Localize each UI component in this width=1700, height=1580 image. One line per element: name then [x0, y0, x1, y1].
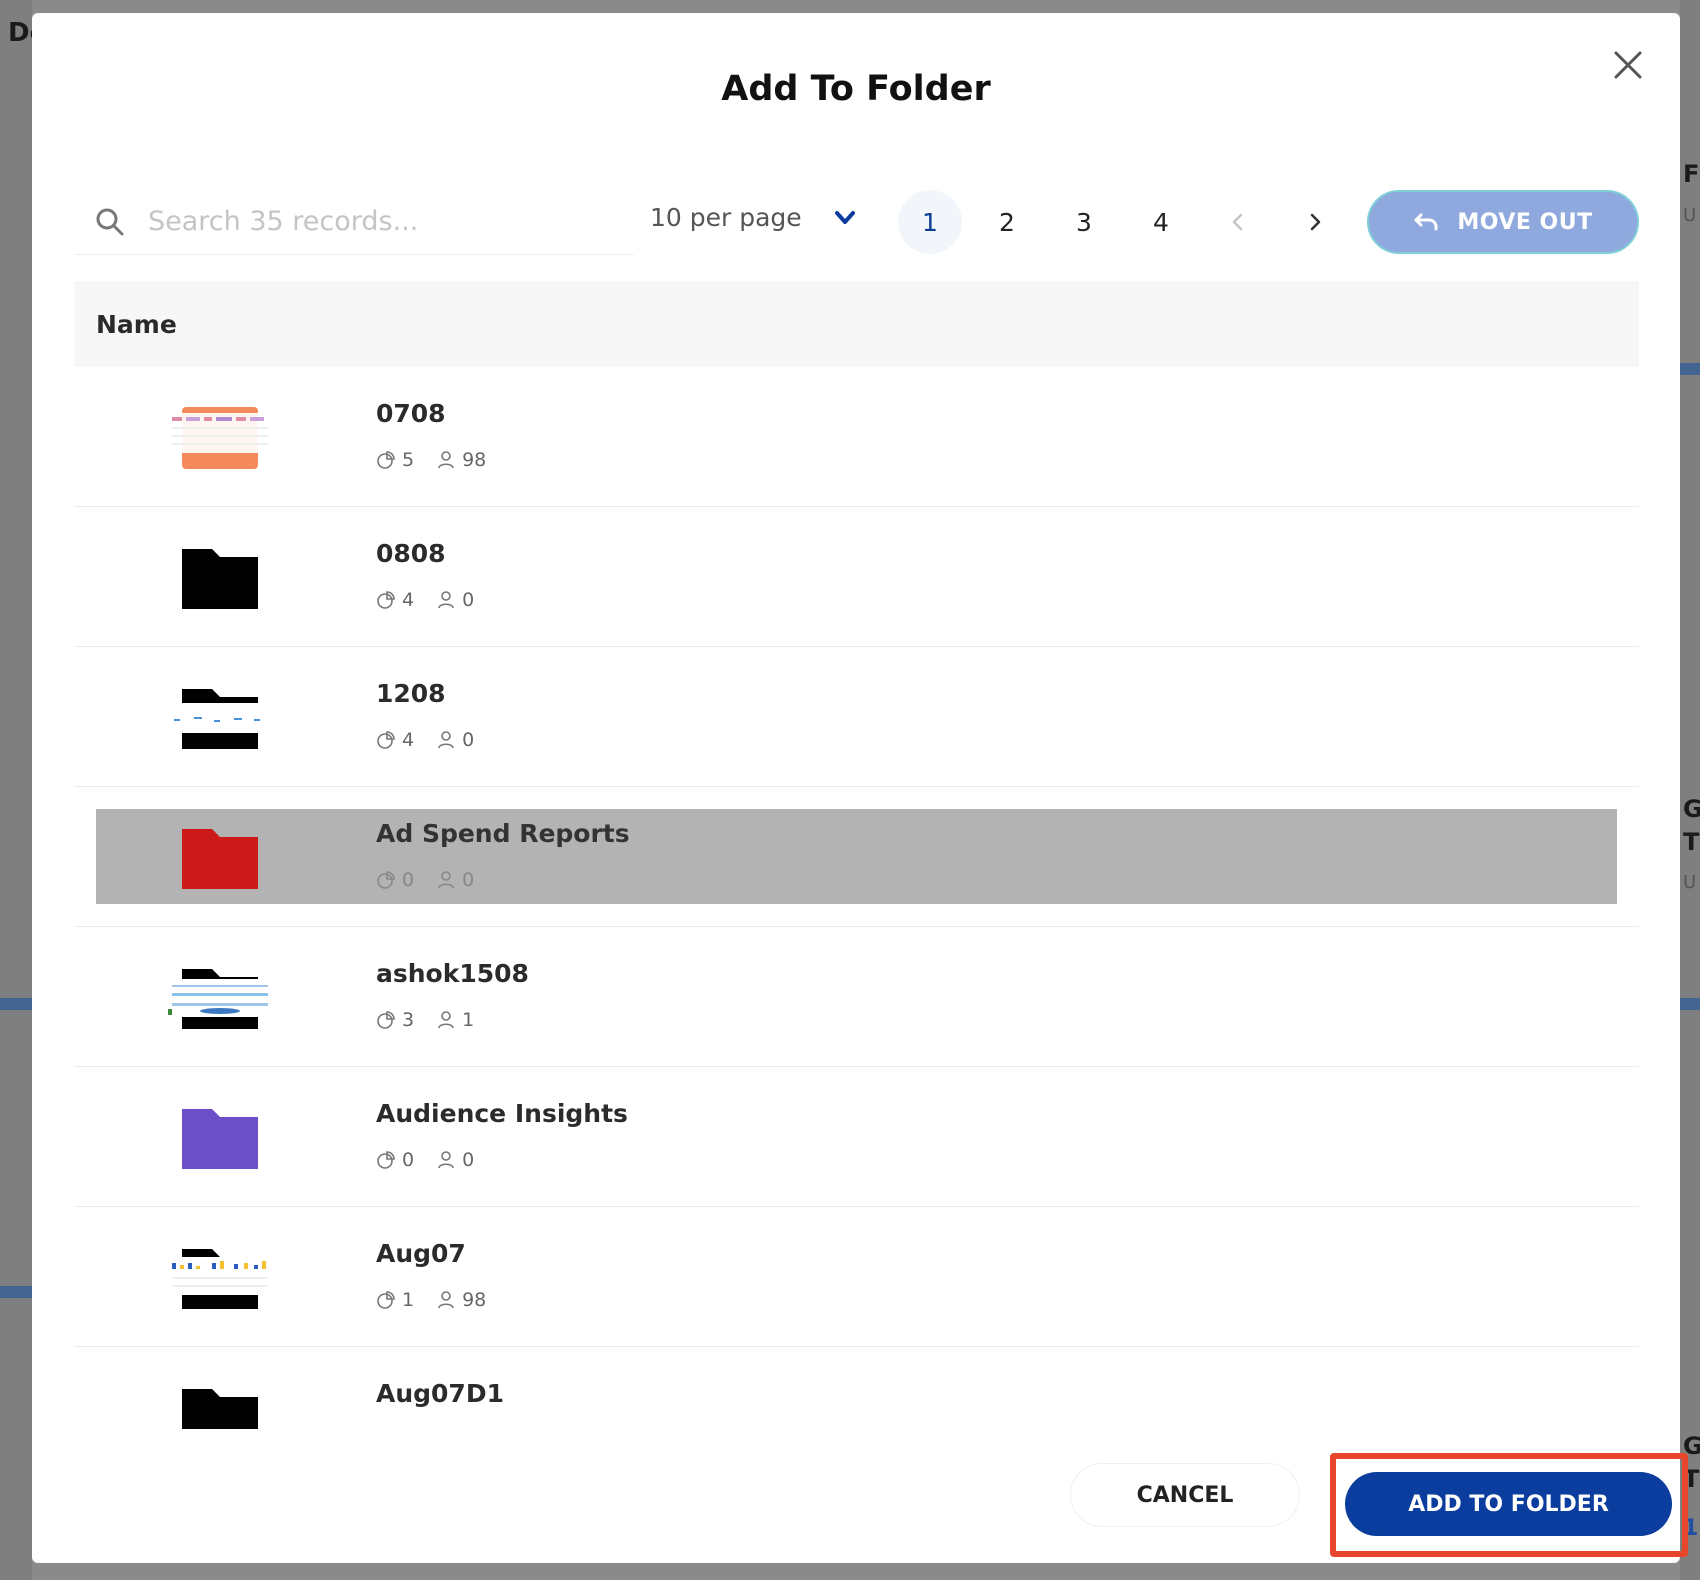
user-count: 0 [462, 1149, 475, 1171]
folder-name: 1208 [376, 679, 446, 708]
user-icon [438, 1151, 454, 1169]
background-text: U [1683, 872, 1697, 893]
background-bar [0, 1286, 32, 1298]
folder-meta: 4 0 [376, 589, 496, 611]
background-right-panel [1680, 0, 1700, 1580]
chevron-down-icon [834, 210, 855, 224]
list-item[interactable]: 1208 4 0 [74, 647, 1639, 787]
close-button[interactable] [1600, 37, 1656, 93]
close-icon [1614, 51, 1642, 79]
list-item[interactable]: Audience Insights 0 0 [74, 1067, 1639, 1207]
per-page-select[interactable]: 10 per page [650, 203, 856, 232]
pie-chart-icon [377, 1291, 395, 1309]
folder-meta: 3 1 [376, 1009, 496, 1031]
search-input[interactable] [148, 206, 618, 237]
chart-count: 4 [402, 589, 415, 611]
background-text: F [1683, 160, 1700, 188]
background-left-panel [0, 0, 32, 1580]
list-item[interactable]: 0808 4 0 [74, 507, 1639, 647]
user-icon [438, 591, 454, 609]
chart-count: 4 [402, 729, 415, 751]
user-icon [438, 871, 454, 889]
chevron-left-icon [1232, 213, 1243, 231]
previous-page-button[interactable] [1206, 190, 1270, 254]
chevron-right-icon [1310, 213, 1321, 231]
folder-meta: 5 98 [376, 449, 508, 471]
dashboard-thumbnail [168, 969, 272, 1029]
dashboard-thumbnail [168, 1249, 272, 1309]
list-item[interactable]: Aug07D1 [74, 1347, 1639, 1429]
folder-meta: 0 0 [376, 1149, 496, 1171]
search-icon [86, 207, 134, 237]
folder-name: ashok1508 [376, 959, 529, 988]
background-text: G [1683, 795, 1700, 823]
search-bar [74, 189, 634, 255]
background-bar [1680, 363, 1700, 375]
user-count: 98 [462, 449, 487, 471]
add-to-folder-button[interactable]: ADD TO FOLDER [1345, 1472, 1672, 1536]
dashboard-thumbnail [168, 407, 272, 469]
list-item[interactable]: ashok1508 3 1 [74, 927, 1639, 1067]
page-1-button[interactable]: 1 [898, 190, 962, 254]
selection-highlight [96, 809, 1617, 904]
user-count: 0 [462, 589, 475, 611]
move-out-button[interactable]: MOVE OUT [1367, 190, 1639, 254]
folder-name: Aug07D1 [376, 1379, 504, 1408]
list-item-selected[interactable]: Ad Spend Reports 0 0 [74, 787, 1639, 927]
user-icon [438, 451, 454, 469]
pie-chart-icon [377, 1011, 395, 1029]
folder-list: 0708 5 98 0808 4 0 1208 4 0 Ad Spend Rep… [74, 367, 1639, 1429]
dashboard-thumbnail [168, 689, 272, 749]
chart-count: 3 [402, 1009, 415, 1031]
user-icon [438, 1291, 454, 1309]
folder-name: 0808 [376, 539, 446, 568]
per-page-label: 10 per page [650, 203, 802, 232]
folder-icon [182, 829, 258, 889]
folder-name: Audience Insights [376, 1099, 628, 1128]
user-icon [438, 1011, 454, 1029]
pagination: 1 2 3 4 [898, 190, 1360, 254]
folder-icon [182, 1109, 258, 1169]
folder-meta: 0 0 [376, 869, 496, 891]
background-bar [0, 998, 32, 1010]
folder-meta: 4 0 [376, 729, 496, 751]
folder-name: 0708 [376, 399, 446, 428]
dialog-title: Add To Folder [721, 69, 991, 109]
pie-chart-icon [377, 871, 395, 889]
next-page-button[interactable] [1283, 190, 1347, 254]
chart-count: 0 [402, 1149, 415, 1171]
page-3-button[interactable]: 3 [1052, 190, 1116, 254]
cancel-button[interactable]: CANCEL [1070, 1463, 1300, 1527]
user-count: 0 [462, 869, 475, 891]
background-text: T [1683, 828, 1700, 856]
pie-chart-icon [377, 591, 395, 609]
list-item[interactable]: 0708 5 98 [74, 367, 1639, 507]
user-icon [438, 731, 454, 749]
chart-count: 0 [402, 869, 415, 891]
list-item[interactable]: Aug07 1 98 [74, 1207, 1639, 1347]
page-2-button[interactable]: 2 [975, 190, 1039, 254]
move-out-label: MOVE OUT [1457, 209, 1593, 235]
user-count: 98 [462, 1289, 487, 1311]
pie-chart-icon [377, 1151, 395, 1169]
folder-name: Aug07 [376, 1239, 466, 1268]
user-count: 1 [462, 1009, 475, 1031]
page-4-button[interactable]: 4 [1129, 190, 1193, 254]
background-text: U [1683, 205, 1697, 226]
pie-chart-icon [377, 731, 395, 749]
pie-chart-icon [377, 451, 395, 469]
undo-arrow-icon [1414, 213, 1438, 231]
folder-icon [182, 549, 258, 609]
background-bar [1680, 998, 1700, 1010]
user-count: 0 [462, 729, 475, 751]
add-to-folder-dialog: Add To Folder 10 per page 1 2 3 4 [32, 13, 1688, 1563]
chart-count: 5 [402, 449, 415, 471]
folder-icon [182, 1389, 258, 1429]
table-header-name[interactable]: Name [74, 281, 1639, 367]
chart-count: 1 [402, 1289, 415, 1311]
folder-name: Ad Spend Reports [376, 819, 630, 848]
folder-meta: 1 98 [376, 1289, 508, 1311]
